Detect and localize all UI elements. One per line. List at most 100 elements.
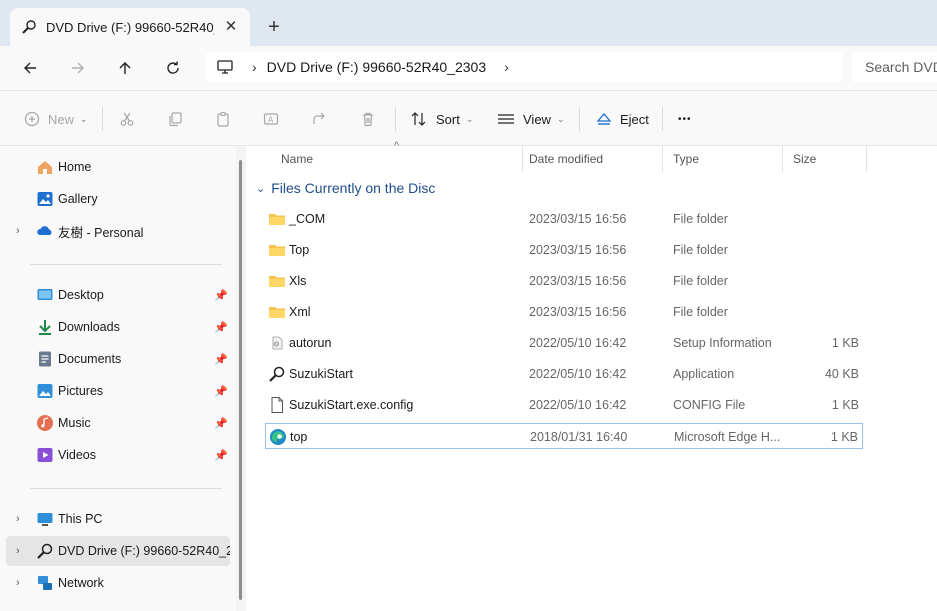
sidebar-item-network[interactable]: › Network: [0, 568, 230, 598]
sidebar-item-home[interactable]: Home: [0, 152, 230, 182]
sort-label: Sort: [436, 111, 460, 127]
column-header-type[interactable]: Type: [663, 146, 783, 172]
address-bar[interactable]: › DVD Drive (F:) 99660-52R40_2303 ›: [206, 52, 842, 82]
share-button[interactable]: [312, 105, 328, 133]
pc-icon: [36, 510, 54, 528]
copy-button[interactable]: [167, 105, 183, 133]
view-button[interactable]: View ⌄: [497, 105, 565, 133]
list-item[interactable]: _COM 2023/03/15 16:56 File folder: [265, 206, 863, 232]
sidebar-item-dvd-drive[interactable]: › DVD Drive (F:) 99660-52R40_2303: [6, 536, 230, 566]
sidebar-scrollbar[interactable]: [236, 146, 246, 611]
forward-button[interactable]: [65, 56, 91, 80]
sidebar-item-documents[interactable]: Documents 📌: [0, 344, 230, 374]
search-input[interactable]: Search DVD: [852, 52, 937, 82]
new-button[interactable]: New ⌄: [24, 105, 88, 133]
pin-icon[interactable]: 📌: [214, 385, 228, 398]
list-item-selected[interactable]: top 2018/01/31 16:40 Microsoft Edge H...…: [265, 423, 863, 449]
pin-icon[interactable]: 📌: [214, 449, 228, 462]
sidebar-item-downloads[interactable]: Downloads 📌: [0, 312, 230, 342]
pin-icon[interactable]: 📌: [214, 321, 228, 334]
tab-dvd-drive[interactable]: DVD Drive (F:) 99660-52R40_2 ✕: [10, 8, 250, 46]
file-date: 2023/03/15 16:56: [529, 274, 627, 288]
cut-button[interactable]: [119, 105, 135, 133]
close-tab-icon[interactable]: ✕: [222, 18, 240, 36]
file-name: SuzukiStart.exe.config: [289, 398, 414, 412]
list-item[interactable]: Xls 2023/03/15 16:56 File folder: [265, 268, 863, 294]
back-button[interactable]: [17, 56, 43, 80]
delete-button[interactable]: [360, 105, 376, 133]
pin-icon[interactable]: 📌: [214, 417, 228, 430]
file-size: 1 KB: [830, 430, 858, 444]
chevron-down-icon[interactable]: ⌄: [256, 182, 265, 195]
list-item[interactable]: SuzukiStart 2022/05/10 16:42 Application…: [265, 361, 863, 387]
breadcrumb-chevron-icon[interactable]: ›: [504, 59, 509, 75]
paste-button[interactable]: [215, 105, 231, 133]
sidebar-item-label: Pictures: [58, 384, 104, 398]
breadcrumb-current[interactable]: DVD Drive (F:) 99660-52R40_2303: [267, 59, 486, 75]
rename-icon: A: [263, 113, 279, 125]
eject-button[interactable]: Eject: [596, 105, 649, 133]
folder-icon: [268, 303, 286, 321]
sidebar-divider: [30, 264, 222, 265]
scrollbar-thumb[interactable]: [239, 160, 242, 600]
copy-icon: [169, 112, 182, 127]
eject-label: Eject: [620, 111, 649, 127]
arrow-left-icon: [24, 62, 36, 74]
column-header-size[interactable]: Size: [783, 146, 867, 172]
view-list-icon: [498, 114, 514, 124]
plus-circle-icon: [24, 111, 40, 127]
file-type: File folder: [673, 212, 728, 226]
chevron-right-icon[interactable]: ›: [16, 545, 20, 557]
breadcrumb-chevron-icon[interactable]: ›: [252, 59, 257, 75]
file-icon: [268, 396, 286, 414]
refresh-icon: [167, 61, 179, 74]
sidebar-item-onedrive[interactable]: › 友樹 - Personal: [0, 216, 230, 246]
chevron-right-icon[interactable]: ›: [16, 577, 20, 589]
chevron-down-icon: ⌄: [80, 113, 88, 124]
view-label: View: [523, 111, 551, 127]
sidebar-item-this-pc[interactable]: › This PC: [0, 504, 230, 534]
sort-button[interactable]: Sort ⌄: [410, 105, 473, 133]
home-icon: [36, 158, 54, 176]
sidebar-item-music[interactable]: Music 📌: [0, 408, 230, 438]
column-header-date[interactable]: Date modified: [519, 146, 663, 172]
file-name: top: [290, 430, 308, 444]
desktop-icon: [36, 286, 54, 304]
eject-icon: [596, 113, 612, 125]
pin-icon[interactable]: 📌: [214, 353, 228, 366]
list-item[interactable]: Xml 2023/03/15 16:56 File folder: [265, 299, 863, 325]
pin-icon[interactable]: 📌: [214, 289, 228, 302]
chevron-right-icon[interactable]: ›: [16, 513, 20, 525]
list-item[interactable]: Top 2023/03/15 16:56 File folder: [265, 237, 863, 263]
sidebar-item-label: This PC: [58, 512, 103, 526]
sort-icon: [411, 112, 426, 126]
group-label: Files Currently on the Disc: [271, 180, 436, 196]
scissors-icon: [120, 112, 134, 126]
list-item[interactable]: autorun 2022/05/10 16:42 Setup Informati…: [265, 330, 863, 356]
sort-ascending-icon: ^: [394, 140, 400, 152]
up-button[interactable]: [112, 56, 138, 80]
list-item[interactable]: SuzukiStart.exe.config 2022/05/10 16:42 …: [265, 392, 863, 418]
file-size: 40 KB: [824, 367, 859, 381]
arrow-up-icon: [119, 62, 131, 74]
more-options-button[interactable]: •••: [678, 105, 692, 133]
sidebar-item-gallery[interactable]: Gallery: [0, 184, 230, 214]
file-name: Xml: [289, 305, 311, 319]
trash-icon: [363, 112, 373, 127]
chevron-down-icon: ⌄: [556, 113, 565, 124]
new-tab-button[interactable]: +: [263, 16, 285, 38]
refresh-button[interactable]: [160, 56, 186, 80]
rename-button[interactable]: A: [263, 105, 279, 133]
file-date: 2018/01/31 16:40: [530, 430, 628, 444]
navigation-bar: › DVD Drive (F:) 99660-52R40_2303 › Sear…: [0, 46, 937, 90]
sidebar-item-desktop[interactable]: Desktop 📌: [0, 280, 230, 310]
this-pc-icon: [216, 57, 236, 77]
divider: [395, 107, 396, 131]
chevron-right-icon[interactable]: ›: [16, 225, 20, 237]
sidebar-item-label: Documents: [58, 352, 122, 366]
sidebar-item-label: Music: [58, 416, 91, 430]
sidebar-item-videos[interactable]: Videos 📌: [0, 440, 230, 470]
sidebar-item-label: Desktop: [58, 288, 104, 302]
sidebar-item-pictures[interactable]: Pictures 📌: [0, 376, 230, 406]
group-header[interactable]: ⌄ Files Currently on the Disc: [256, 180, 435, 196]
